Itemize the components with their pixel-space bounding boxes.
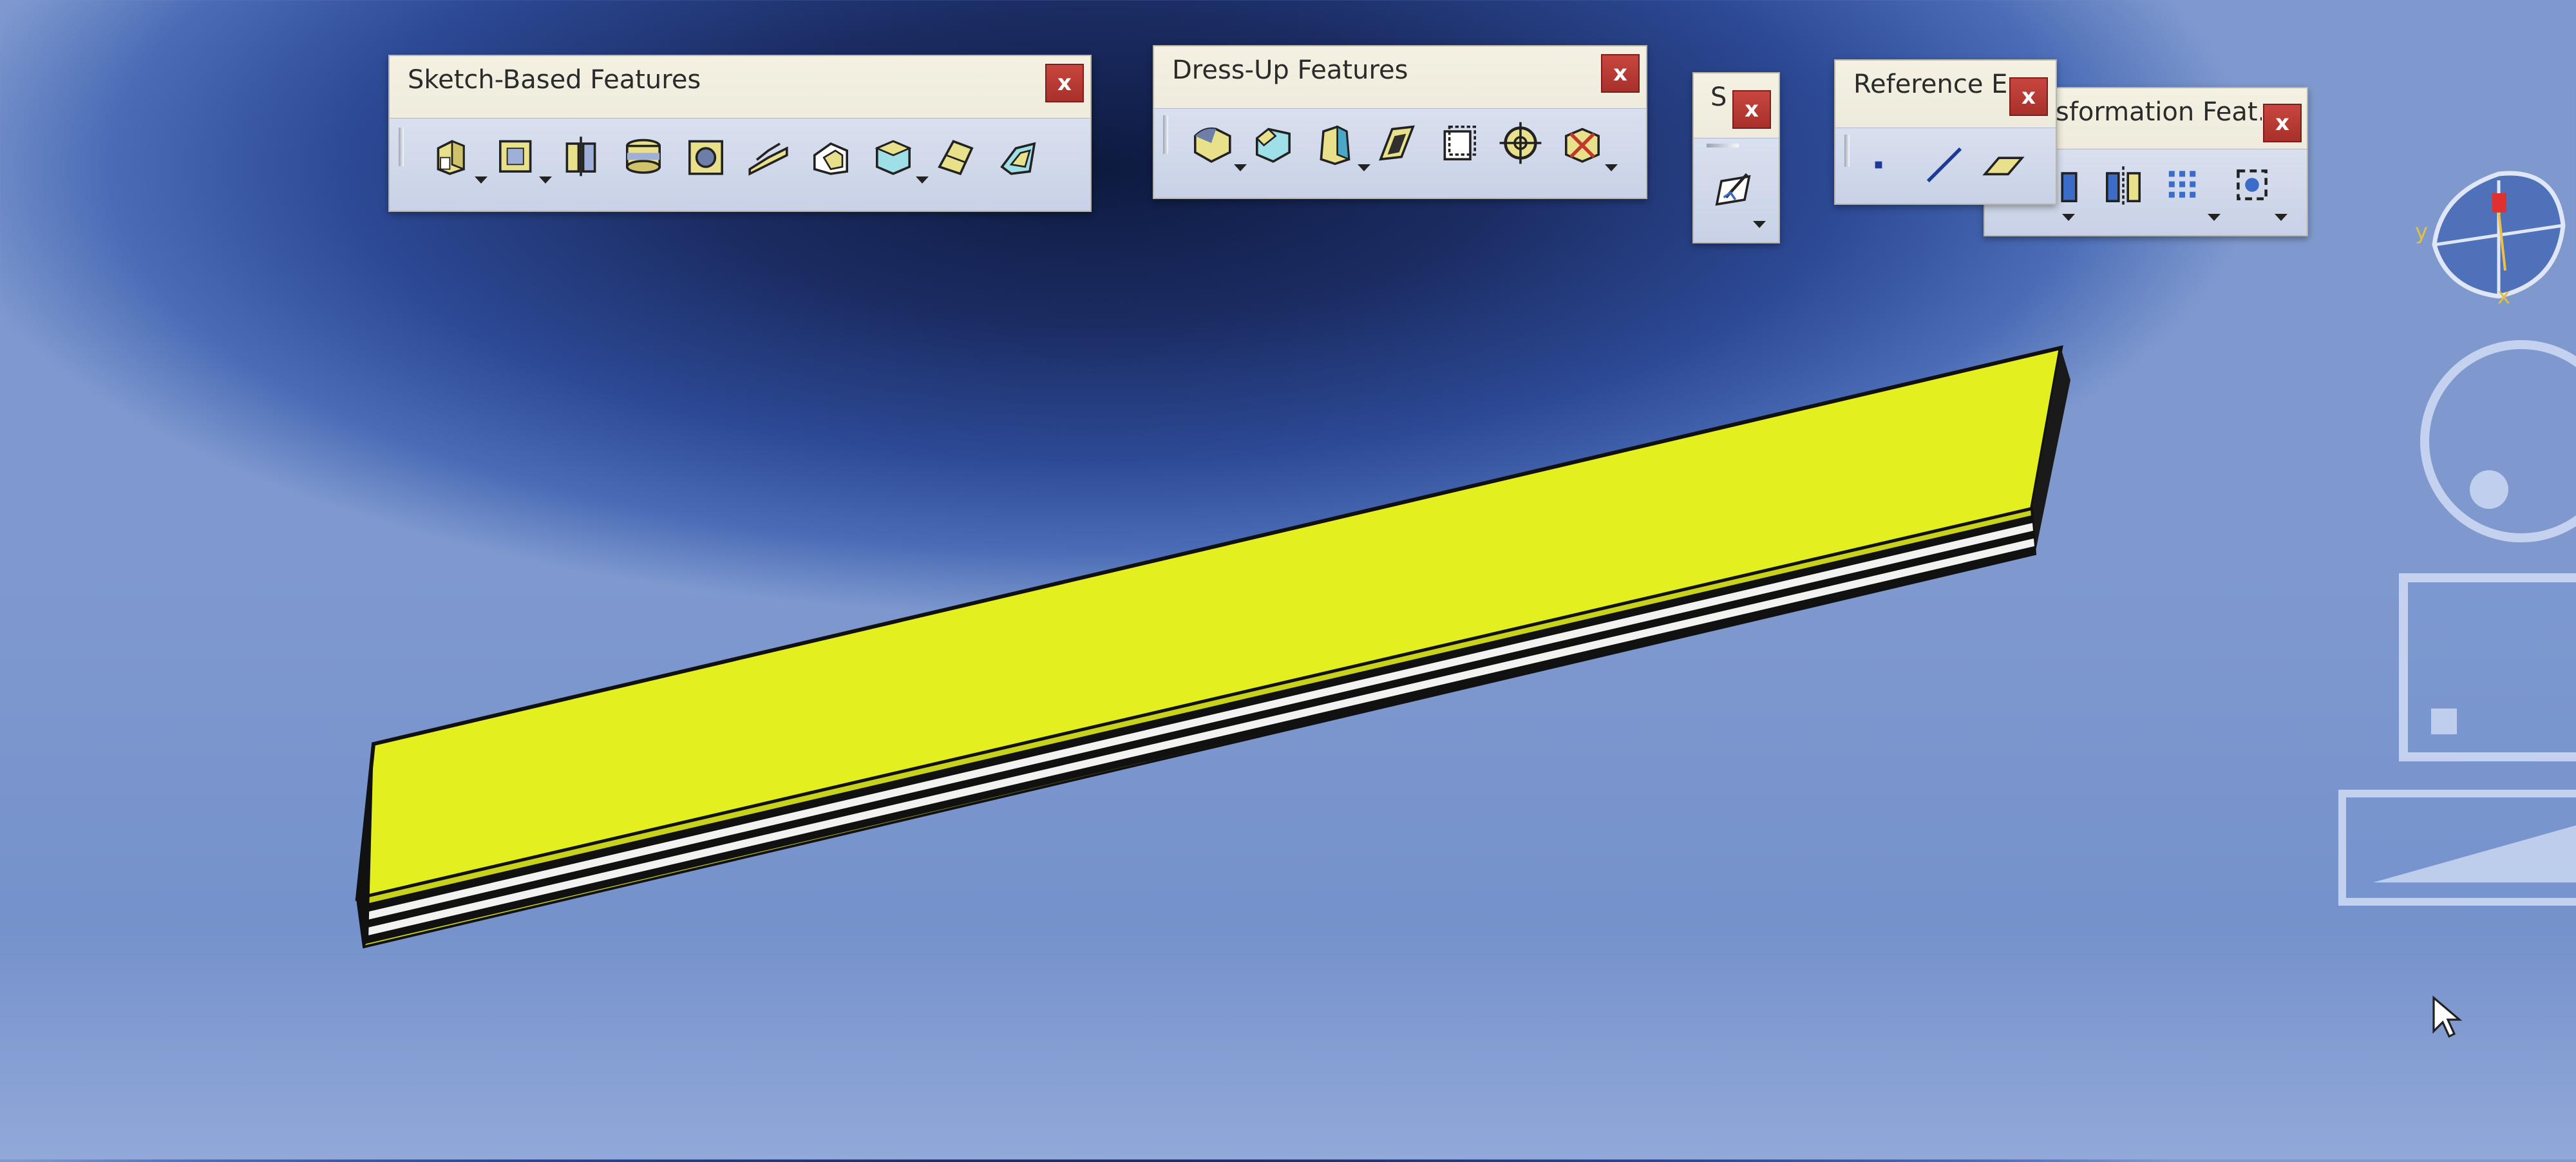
point-button[interactable] [1853, 140, 1904, 190]
multi-section-solid-button[interactable] [931, 130, 981, 180]
draft-icon [1320, 125, 1350, 166]
mirror-button[interactable] [2098, 160, 2148, 210]
toolbar-title: Sketch-Based Features [408, 65, 701, 95]
slot-icon [813, 142, 848, 175]
toolbar-body [1694, 138, 1779, 242]
toolbar-grip[interactable] [1844, 135, 1850, 167]
compass-icon [2432, 171, 2566, 299]
thickness-button[interactable] [1434, 118, 1484, 168]
slot-button[interactable] [806, 130, 856, 180]
close-button[interactable]: x [2009, 77, 2048, 116]
pocket-icon [499, 140, 532, 173]
chevron-down-icon[interactable] [1234, 164, 1247, 171]
compass-widget[interactable]: y x [2402, 155, 2576, 322]
toolbar-sketcher[interactable]: S x [1692, 72, 1780, 243]
plane-icon [1982, 157, 2025, 176]
toolbar-grip[interactable] [399, 128, 404, 166]
chamfer-button[interactable] [1248, 118, 1298, 168]
rectangular-pattern-icon [2168, 171, 2196, 198]
chevron-down-icon[interactable] [539, 176, 552, 184]
plane-button[interactable] [1978, 140, 2029, 190]
toolbar-grip[interactable] [1163, 115, 1168, 154]
chamfer-icon [1255, 128, 1291, 163]
chevron-down-icon[interactable] [1358, 164, 1370, 171]
hole-icon [688, 140, 723, 175]
thread-button[interactable] [1495, 118, 1546, 168]
shell-button[interactable] [1372, 118, 1422, 168]
mirror-icon [2106, 166, 2141, 206]
chevron-down-icon[interactable] [2208, 214, 2221, 221]
shell-icon [1379, 125, 1415, 161]
toolbar-body [1835, 128, 2056, 204]
line-icon [1926, 147, 1962, 183]
toolbar-title: sformation Feat... [2056, 97, 2262, 127]
toolbar-title: Dress-Up Features [1172, 55, 1408, 85]
chevron-down-icon[interactable] [2062, 214, 2075, 221]
sketch-button[interactable] [1708, 163, 1758, 213]
toolbar-sketch-based-features[interactable]: Sketch-Based Features x [388, 55, 1092, 212]
toolbar-reference-elements[interactable]: Reference E... x [1834, 59, 2057, 205]
sketch-icon [1715, 173, 1751, 206]
rotation-ring-icon[interactable] [2405, 329, 2576, 554]
rib-icon [748, 142, 788, 176]
remove-face-icon [1565, 128, 1600, 163]
cursor-icon [2432, 995, 2463, 1038]
close-button[interactable]: x [1732, 90, 1771, 129]
chevron-down-icon[interactable] [1605, 164, 1618, 171]
removed-multi-section-button[interactable] [993, 130, 1043, 180]
pad-button[interactable] [427, 130, 477, 180]
removed-multi-section-icon [1000, 142, 1036, 175]
edge-fillet-button[interactable] [1186, 118, 1236, 168]
view-square-icon[interactable] [2396, 570, 2576, 770]
line-button[interactable] [1919, 140, 1969, 190]
axis-y-label: y [2415, 219, 2429, 245]
point-icon [1875, 161, 1882, 169]
chevron-down-icon[interactable] [2275, 214, 2287, 221]
thickness-icon [1443, 126, 1476, 160]
toolbar-grip[interactable] [1707, 144, 1739, 148]
shaft-button[interactable] [556, 130, 606, 180]
pad-icon [437, 140, 465, 175]
toolbar-title: S [1710, 82, 1727, 112]
shaft-icon [565, 137, 596, 176]
toolbar-title: Reference E... [1853, 70, 2021, 99]
remove-face-button[interactable] [1557, 118, 1607, 168]
groove-button[interactable] [618, 130, 668, 180]
chevron-down-icon[interactable] [916, 176, 929, 184]
scaling-button[interactable] [2227, 160, 2277, 210]
view-slider-icon[interactable] [2334, 786, 2576, 915]
chevron-down-icon[interactable] [475, 176, 488, 184]
rib-button[interactable] [743, 130, 793, 180]
scaling-icon [2237, 169, 2268, 200]
draft-button[interactable] [1310, 118, 1360, 168]
multi-section-solid-icon [938, 140, 974, 176]
part-top-face [355, 345, 2063, 901]
pocket-button[interactable] [491, 130, 542, 180]
toolbar-body [1154, 108, 1646, 198]
solid-combine-button[interactable] [868, 130, 918, 180]
close-button[interactable]: x [1045, 64, 1084, 102]
close-button[interactable]: x [1601, 54, 1640, 93]
toolbar-body [390, 118, 1090, 211]
rectangular-pattern-button[interactable] [2160, 160, 2210, 210]
groove-icon [626, 138, 661, 174]
thread-icon [1499, 122, 1542, 164]
close-button[interactable]: x [2263, 104, 2302, 142]
toolbar-dress-up-features[interactable]: Dress-Up Features x [1153, 45, 1647, 199]
solid-combine-icon [875, 140, 912, 175]
axis-x-label: x [2497, 283, 2511, 309]
edge-fillet-icon [1194, 127, 1231, 163]
hole-button[interactable] [681, 130, 731, 180]
chevron-down-icon[interactable] [1753, 221, 1766, 228]
